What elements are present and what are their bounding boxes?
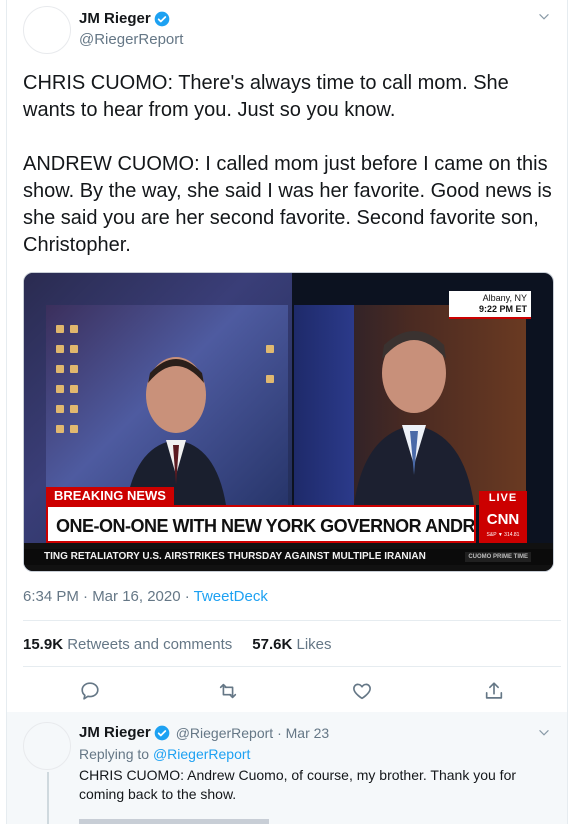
main-tweet: JM Rieger @RiegerReport CHRIS CUOMO: The… xyxy=(6,0,568,712)
cnn-logo: CNN xyxy=(486,511,520,528)
left-video-frame xyxy=(46,305,288,505)
avatar[interactable] xyxy=(23,722,71,770)
reply-icon[interactable] xyxy=(79,680,101,702)
divider xyxy=(23,620,561,621)
truncated-text-line xyxy=(79,819,269,824)
chyron-headline: ONE-ON-ONE WITH NEW YORK GOVERNOR ANDREW… xyxy=(46,505,476,543)
author-row: JM Rieger xyxy=(79,10,170,27)
tweet-paragraph: CHRIS CUOMO: There's always time to call… xyxy=(23,72,515,121)
breaking-news-label: BREAKING NEWS xyxy=(46,487,174,505)
anchor-figure xyxy=(126,357,226,505)
avatar[interactable] xyxy=(23,6,71,54)
likes-stat[interactable]: 57.6K Likes xyxy=(252,636,331,653)
retweet-icon[interactable] xyxy=(217,680,239,702)
likes-label: Likes xyxy=(296,636,332,653)
network-logo-box: CNN S&P ▼ 314.81 xyxy=(479,505,527,543)
chevron-down-icon[interactable] xyxy=(537,10,551,24)
reply-author-row: JM Rieger @RiegerReport · Mar 23 xyxy=(79,724,329,741)
author-handle[interactable]: @RiegerReport xyxy=(79,31,183,48)
verified-badge-icon xyxy=(154,11,170,26)
reply-author-name[interactable]: JM Rieger xyxy=(79,724,151,741)
action-bar xyxy=(79,680,503,704)
retweets-count: 15.9K xyxy=(23,636,64,653)
show-badge: CUOMO PRIME TIME xyxy=(465,552,531,562)
source-link[interactable]: TweetDeck xyxy=(194,588,268,605)
verified-badge-icon xyxy=(154,725,170,740)
reply-tweet[interactable]: JM Rieger @RiegerReport · Mar 23 Replyin… xyxy=(6,712,568,824)
divider xyxy=(23,666,561,667)
replying-to-link[interactable]: @RiegerReport xyxy=(153,746,250,762)
tweet-meta: 6:34 PM · Mar 16, 2020 · TweetDeck xyxy=(23,588,268,605)
video-thumbnail[interactable]: Albany, NY 9:22 PM ET BREAKING NEWS LIVE… xyxy=(23,272,554,572)
right-video-frame xyxy=(294,305,526,505)
location-box: Albany, NY 9:22 PM ET xyxy=(449,291,531,319)
likes-count: 57.6K xyxy=(252,636,293,653)
reply-author-handle[interactable]: @RiegerReport · Mar 23 xyxy=(176,725,330,741)
share-icon[interactable] xyxy=(483,680,505,702)
live-badge: LIVE xyxy=(479,491,527,505)
timestamp[interactable]: 6:34 PM · Mar 16, 2020 · xyxy=(23,588,194,605)
replying-prefix: Replying to xyxy=(79,746,153,762)
chevron-down-icon[interactable] xyxy=(537,726,551,740)
reply-text: CHRIS CUOMO: Andrew Cuomo, of course, my… xyxy=(79,767,517,802)
thread-line xyxy=(47,772,49,824)
retweets-label: Retweets and comments xyxy=(67,636,233,653)
tweet-text: CHRIS CUOMO: There's always time to call… xyxy=(23,70,561,259)
heart-icon[interactable] xyxy=(351,680,373,702)
tweet-paragraph: ANDREW CUOMO: I called mom just before I… xyxy=(23,153,558,256)
replying-to: Replying to @RiegerReport xyxy=(79,746,250,762)
governor-figure xyxy=(354,331,474,505)
retweets-stat[interactable]: 15.9K Retweets and comments xyxy=(23,636,232,653)
author-name[interactable]: JM Rieger xyxy=(79,10,151,27)
location-label: Albany, NY xyxy=(482,293,527,303)
stock-ticker: S&P ▼ 314.81 xyxy=(486,532,520,538)
state-flag xyxy=(294,305,354,505)
engagement-stats: 15.9K Retweets and comments 57.6K Likes xyxy=(23,636,332,653)
broadcast-time: 9:22 PM ET xyxy=(478,304,527,314)
